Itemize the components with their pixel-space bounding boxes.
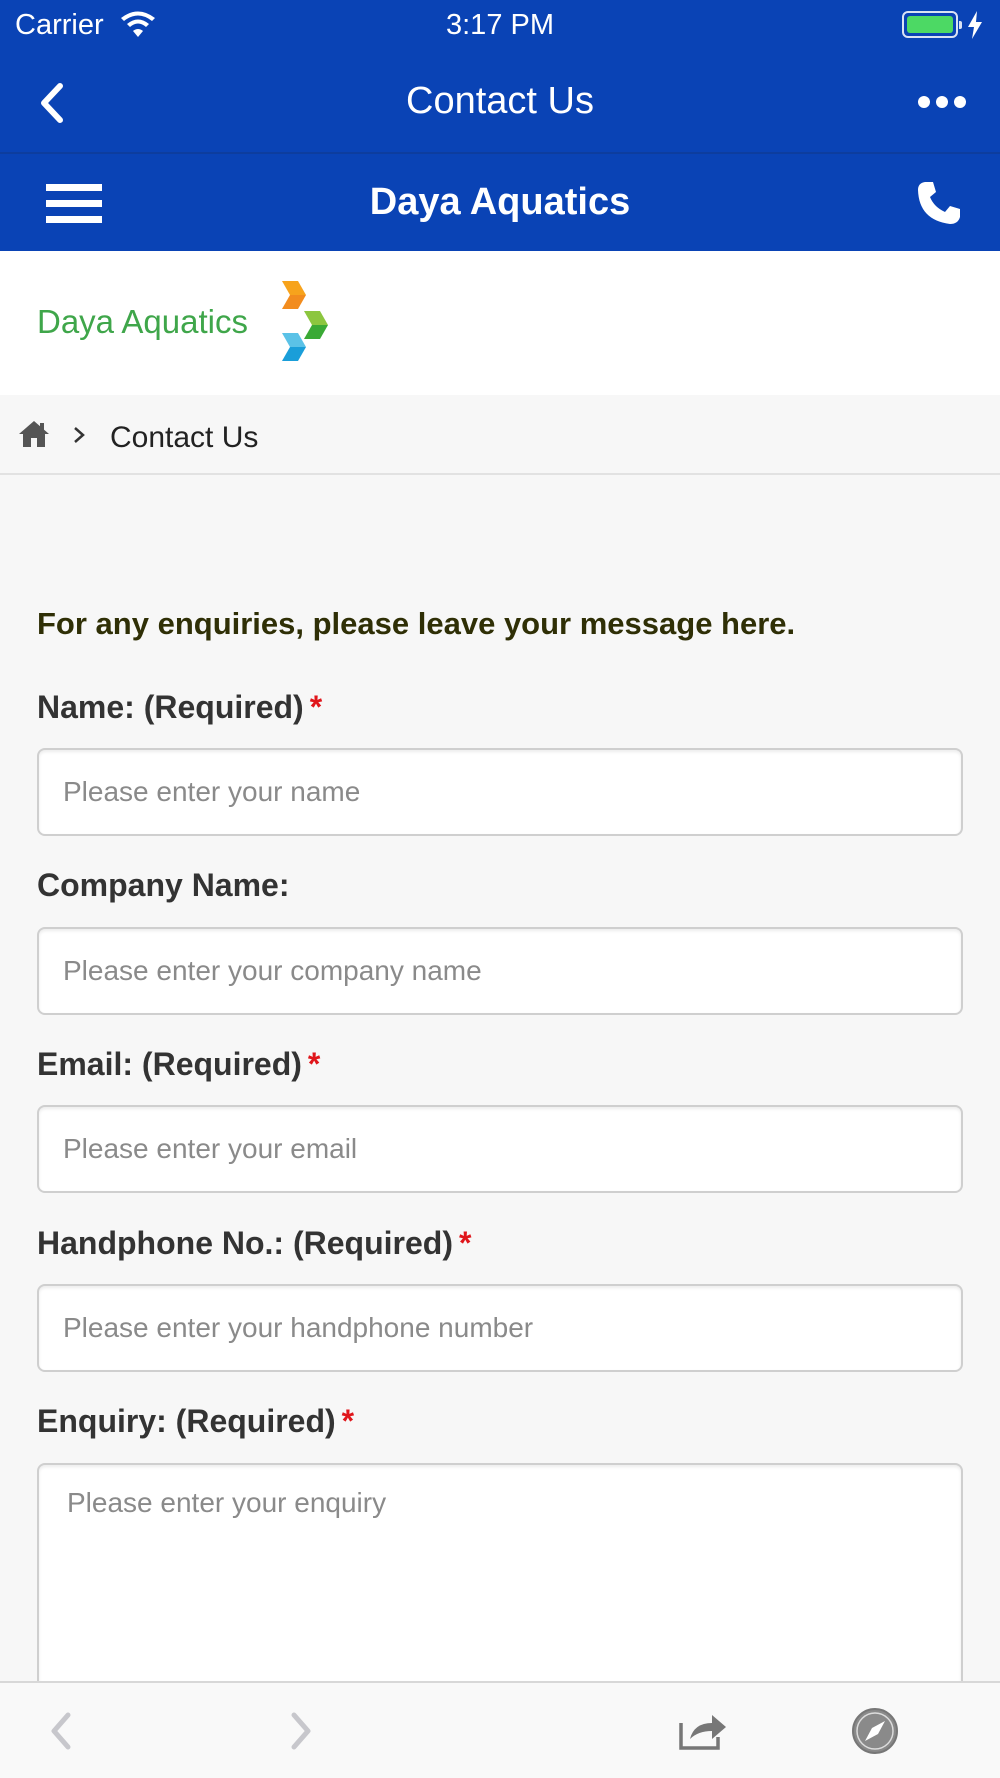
compass-icon[interactable] — [850, 1706, 900, 1756]
name-input[interactable] — [37, 748, 963, 836]
nav-title: Contact Us — [406, 80, 594, 122]
clock: 3:17 PM — [446, 9, 554, 41]
required-marker: * — [458, 1225, 472, 1261]
company-name-label-text: Company Name: — [37, 867, 290, 903]
enquiry-label: Enquiry: (Required) * — [37, 1403, 354, 1440]
breadcrumb-current: Contact Us — [110, 421, 259, 454]
handphone-input[interactable] — [37, 1284, 963, 1372]
email-label: Email: (Required) * — [37, 1046, 320, 1083]
logo-mark-icon — [282, 281, 328, 361]
enquiry-label-text: Enquiry: (Required) — [37, 1403, 336, 1439]
app-header: Daya Aquatics — [0, 154, 1000, 251]
required-marker: * — [307, 1046, 321, 1082]
nav-bar: Contact Us — [0, 52, 1000, 152]
home-icon[interactable] — [18, 419, 50, 449]
status-bar: Carrier 3:17 PM — [0, 0, 1000, 52]
breadcrumb-separator-icon — [74, 427, 85, 443]
company-name-label: Company Name: — [37, 867, 290, 904]
form-intro: For any enquiries, please leave your mes… — [37, 606, 796, 641]
browser-toolbar — [0, 1681, 1000, 1778]
required-marker: * — [309, 689, 323, 725]
handphone-label: Handphone No.: (Required) * — [37, 1225, 471, 1262]
browser-back-icon[interactable] — [46, 1709, 74, 1753]
logo-bar: Daya Aquatics — [0, 251, 1000, 395]
phone-icon[interactable] — [916, 180, 962, 226]
company-name-input[interactable] — [37, 927, 963, 1015]
battery-icon — [902, 11, 962, 38]
breadcrumb: Contact Us — [0, 395, 1000, 475]
email-label-text: Email: (Required) — [37, 1046, 302, 1082]
required-marker: * — [341, 1403, 355, 1439]
share-icon[interactable] — [678, 1711, 728, 1751]
ellipsis-icon[interactable] — [916, 89, 968, 115]
browser-forward-icon[interactable] — [288, 1709, 316, 1753]
name-label: Name: (Required) * — [37, 689, 322, 726]
logo-text: Daya Aquatics — [37, 303, 248, 340]
charging-icon — [968, 11, 982, 39]
email-input[interactable] — [37, 1105, 963, 1193]
handphone-label-text: Handphone No.: (Required) — [37, 1225, 453, 1261]
app-brand-title: Daya Aquatics — [369, 181, 631, 223]
name-label-text: Name: (Required) — [37, 689, 304, 725]
